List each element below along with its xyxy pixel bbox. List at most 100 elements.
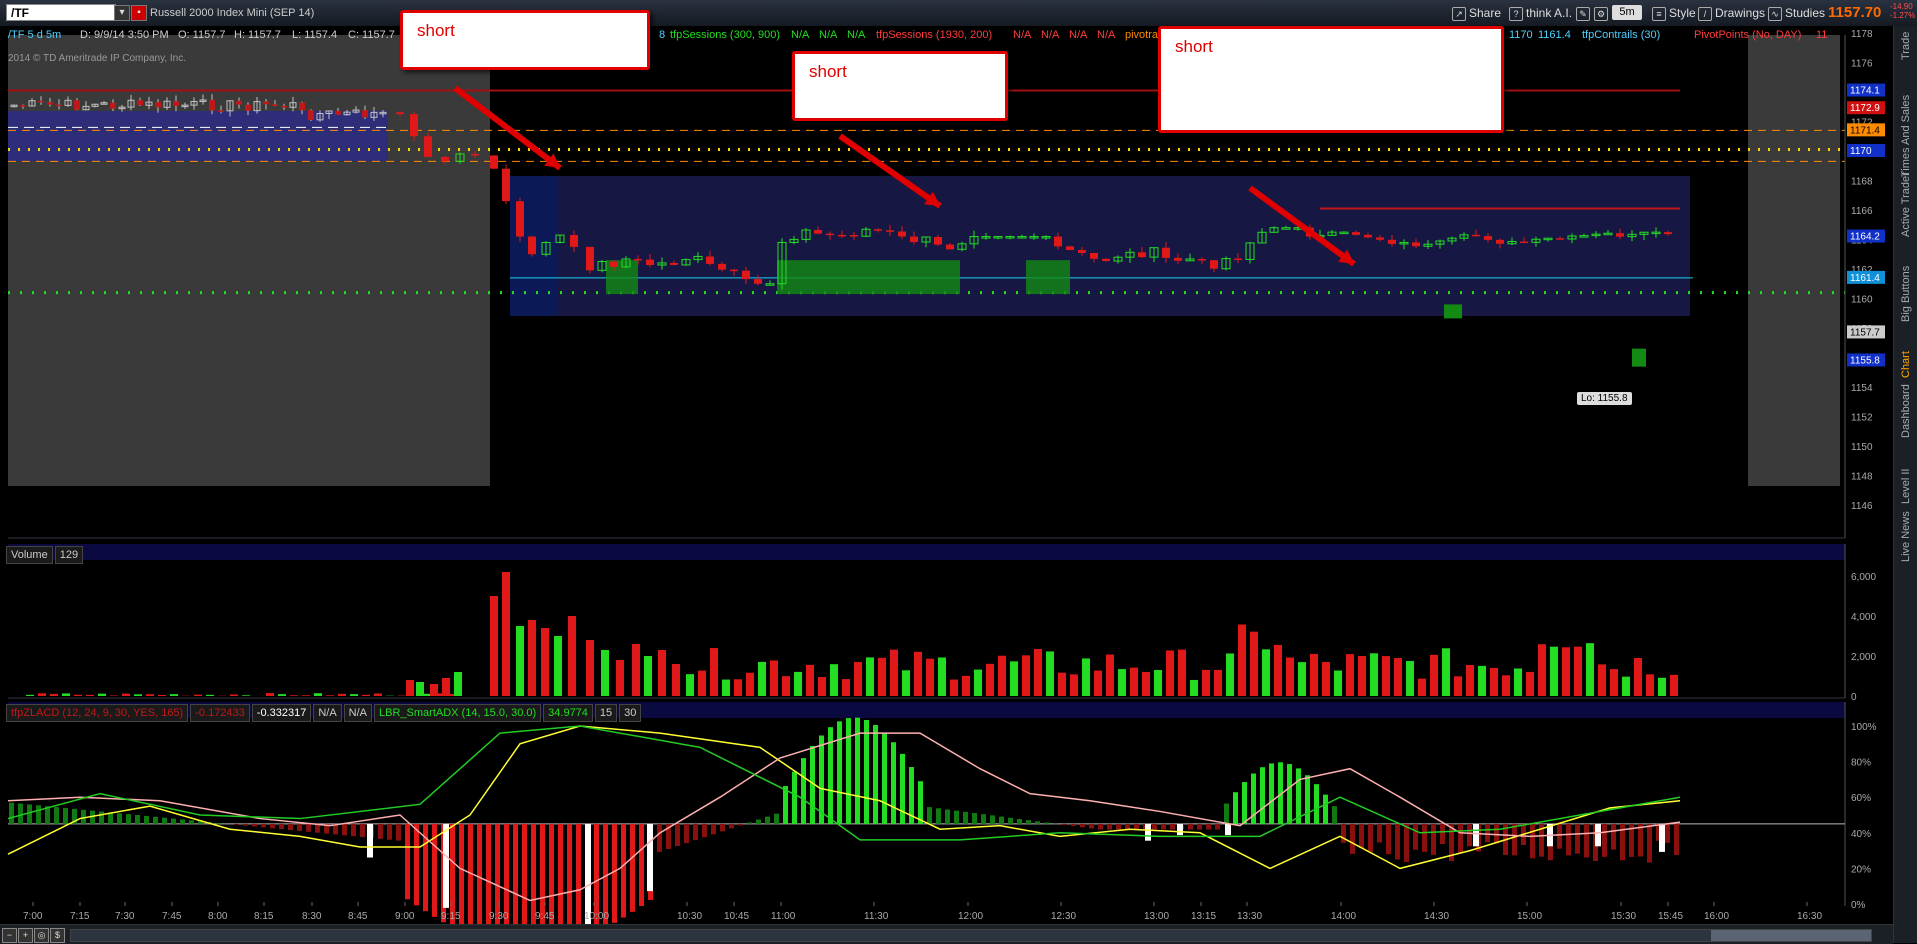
histogram-bar xyxy=(963,812,968,824)
candle-body-down xyxy=(898,232,906,237)
histogram-bar xyxy=(522,824,527,924)
volume-bar xyxy=(290,695,298,696)
candle-body-down xyxy=(1520,242,1528,244)
volume-bar xyxy=(146,694,154,696)
histogram-bar xyxy=(135,815,140,824)
volume-bar xyxy=(1106,654,1114,696)
histogram-bar xyxy=(1269,763,1274,823)
volume-bar xyxy=(194,695,202,696)
volume-bar xyxy=(1010,661,1018,696)
candle-body-down xyxy=(1054,237,1062,247)
volume-bar xyxy=(1418,679,1426,696)
histogram-bar xyxy=(486,824,491,924)
candle-body-down xyxy=(471,154,479,156)
volume-bar xyxy=(1466,665,1474,696)
dropdown-arrow-icon[interactable]: ▾ xyxy=(114,5,130,21)
interval-button[interactable]: 5m xyxy=(1612,5,1642,20)
chart-label[interactable]: /TF 5 d 5m xyxy=(8,29,61,41)
histogram-bar xyxy=(99,811,104,823)
zoom-out-icon[interactable]: − xyxy=(2,928,17,943)
volume-bar xyxy=(758,662,766,696)
volume-bar xyxy=(1634,658,1642,696)
study-sessions-2[interactable]: tfpSessions (1930, 200) xyxy=(876,29,992,41)
symbol-input[interactable]: /TF xyxy=(6,4,116,21)
volume-bar xyxy=(1394,658,1402,696)
volume-bar xyxy=(854,662,862,696)
dollar-icon[interactable]: $ xyxy=(50,928,65,943)
scrollbar-thumb[interactable] xyxy=(1711,930,1871,941)
oscillator-panel: 100%80%60%40%20%0% xyxy=(8,702,1877,924)
tab-active-trader[interactable]: Active Trader xyxy=(1896,221,1916,261)
price-tag-label: 1161.4 xyxy=(1850,273,1880,284)
bar-date: D: 9/9/14 3:50 PM xyxy=(80,29,169,41)
volume-panel: 6,0004,0002,0000 xyxy=(8,544,1876,703)
time-tick-label: 13:30 xyxy=(1237,911,1262,922)
horizontal-scrollbar[interactable] xyxy=(70,929,1872,942)
tab-live-news[interactable]: Live News xyxy=(1896,546,1916,586)
chart-canvas[interactable]: 1178117611741172117011681166116411621160… xyxy=(0,26,1893,924)
histogram-bar xyxy=(657,824,662,852)
histogram-bar xyxy=(54,807,59,824)
histogram-bar xyxy=(1332,806,1337,824)
volume-bar xyxy=(1478,666,1486,696)
volume-bar xyxy=(416,682,424,696)
candle-body-down xyxy=(263,102,269,105)
volume-bar xyxy=(1190,680,1198,696)
tab-big-buttons[interactable]: Big Buttons xyxy=(1896,306,1916,346)
volume-bar xyxy=(314,693,322,696)
chart-area[interactable]: 1178117611741172117011681166116411621160… xyxy=(0,26,1893,943)
volume-bar xyxy=(1142,672,1150,696)
drawings-button[interactable]: /Drawings xyxy=(1694,4,1769,22)
volume-bar xyxy=(1178,650,1186,696)
think-ai-button[interactable]: ?think A.I. xyxy=(1505,4,1576,22)
time-tick-label: 9:45 xyxy=(535,911,555,922)
time-tick-label: 8:45 xyxy=(348,911,368,922)
volume-bar xyxy=(158,695,166,696)
thinkorswim-window: /TF ▾ ▪ Russell 2000 Index Mini (SEP 14)… xyxy=(0,0,1917,943)
link-icon[interactable]: ▪ xyxy=(131,5,147,21)
price-tick-label: 1166 xyxy=(1851,206,1873,217)
volume-bar xyxy=(1406,661,1414,696)
tab-dashboard[interactable]: Dashboard xyxy=(1896,422,1916,462)
candle-body-down xyxy=(1102,259,1110,261)
histogram-bar xyxy=(1026,820,1031,824)
volume-bar xyxy=(1226,653,1234,696)
candle-body-down xyxy=(74,100,80,109)
study-pivotpoints[interactable]: PivotPoints (No, DAY) xyxy=(1694,29,1801,41)
candle-body-down xyxy=(814,230,822,234)
histogram-bar xyxy=(1206,824,1211,830)
style-button[interactable]: ≡Style xyxy=(1648,4,1700,22)
volume-bar xyxy=(998,656,1006,696)
top-toolbar: /TF ▾ ▪ Russell 2000 Index Mini (SEP 14)… xyxy=(0,0,1917,27)
histogram-bar xyxy=(531,824,536,924)
di-line xyxy=(8,726,1680,840)
histogram-bar xyxy=(1260,767,1265,824)
volume-bar xyxy=(1502,675,1510,696)
volume-bar xyxy=(1130,668,1138,696)
study-sessions-1[interactable]: tfpSessions (300, 900) xyxy=(670,29,780,41)
zoom-fit-icon[interactable]: ◎ xyxy=(34,928,49,943)
share-button[interactable]: ↗Share xyxy=(1448,4,1505,22)
histogram-spike xyxy=(1659,824,1665,852)
volume-bar xyxy=(1670,675,1678,696)
histogram-bar xyxy=(1575,824,1580,854)
green-zone xyxy=(1026,260,1070,294)
volume-bar xyxy=(1646,674,1654,696)
histogram-bar xyxy=(1305,775,1310,824)
histogram-bar xyxy=(1233,792,1238,824)
candle-body-down xyxy=(1234,259,1242,261)
tab-trade[interactable]: Trade xyxy=(1896,44,1916,84)
zoom-in-icon[interactable]: + xyxy=(18,928,33,943)
volume-bar xyxy=(830,664,838,696)
studies-button[interactable]: ∿Studies xyxy=(1764,4,1829,22)
histogram-spike xyxy=(1225,824,1231,835)
histogram-bar xyxy=(18,804,23,824)
histogram-bar xyxy=(1008,818,1013,824)
volume-bar xyxy=(454,672,462,696)
time-tick-label: 9:30 xyxy=(489,911,509,922)
candle-body-down xyxy=(1412,242,1420,246)
volume-bar xyxy=(644,656,652,696)
study-contrails[interactable]: tfpContrails (30) xyxy=(1582,29,1660,41)
instrument-name: Russell 2000 Index Mini (SEP 14) xyxy=(150,7,314,19)
volume-bar xyxy=(134,694,142,696)
